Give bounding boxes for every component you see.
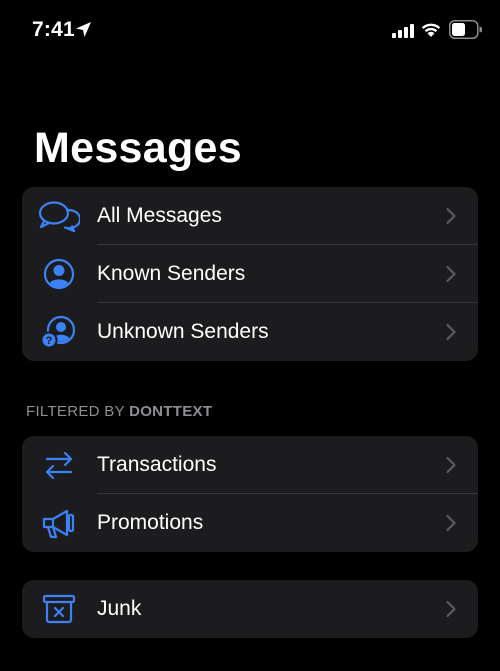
row-label: Known Senders: [97, 262, 246, 285]
row-label: Promotions: [97, 511, 204, 534]
status-time: 7:41: [32, 18, 75, 41]
chevron-right-icon: [446, 456, 456, 474]
cellular-signal-icon: [392, 24, 414, 38]
row-label: Junk: [97, 597, 142, 620]
chevron-right-icon: [446, 207, 456, 225]
arrows-exchange-icon: [38, 447, 80, 483]
section-header-prefix: FILTERED BY: [26, 403, 130, 420]
chevron-right-icon: [446, 265, 456, 283]
chevron-right-icon: [446, 323, 456, 341]
row-label: All Messages: [97, 204, 222, 227]
person-circle-icon: [38, 256, 80, 292]
megaphone-icon: [38, 505, 80, 541]
person-question-icon: ?: [38, 314, 80, 350]
chevron-right-icon: [446, 514, 456, 532]
junk-group: Junk: [22, 580, 478, 638]
filtered-group: Transactions Promotions: [22, 436, 478, 552]
row-junk[interactable]: Junk: [22, 580, 478, 638]
chevron-right-icon: [446, 600, 456, 618]
status-bar: 7:41: [0, 0, 500, 62]
row-transactions[interactable]: Transactions: [22, 436, 478, 494]
row-all-messages[interactable]: All Messages: [22, 187, 478, 245]
wifi-icon: [421, 23, 441, 37]
page-title: Messages: [34, 124, 242, 172]
section-header-brand: DONTTEXT: [129, 403, 213, 420]
section-header: FILTERED BY DONTTEXT: [26, 403, 212, 420]
row-label: Unknown Senders: [97, 320, 269, 343]
inbox-filter-group: All Messages Known Senders ? Unknown Sen…: [22, 187, 478, 361]
chat-bubbles-icon: [38, 198, 80, 234]
location-arrow-icon: [76, 22, 91, 37]
battery-icon: [449, 20, 482, 39]
row-known-senders[interactable]: Known Senders: [22, 245, 478, 303]
svg-text:?: ?: [46, 335, 53, 347]
row-unknown-senders[interactable]: ? Unknown Senders: [22, 303, 478, 361]
row-promotions[interactable]: Promotions: [22, 494, 478, 552]
xmark-bin-icon: [38, 591, 80, 627]
row-label: Transactions: [97, 453, 217, 476]
